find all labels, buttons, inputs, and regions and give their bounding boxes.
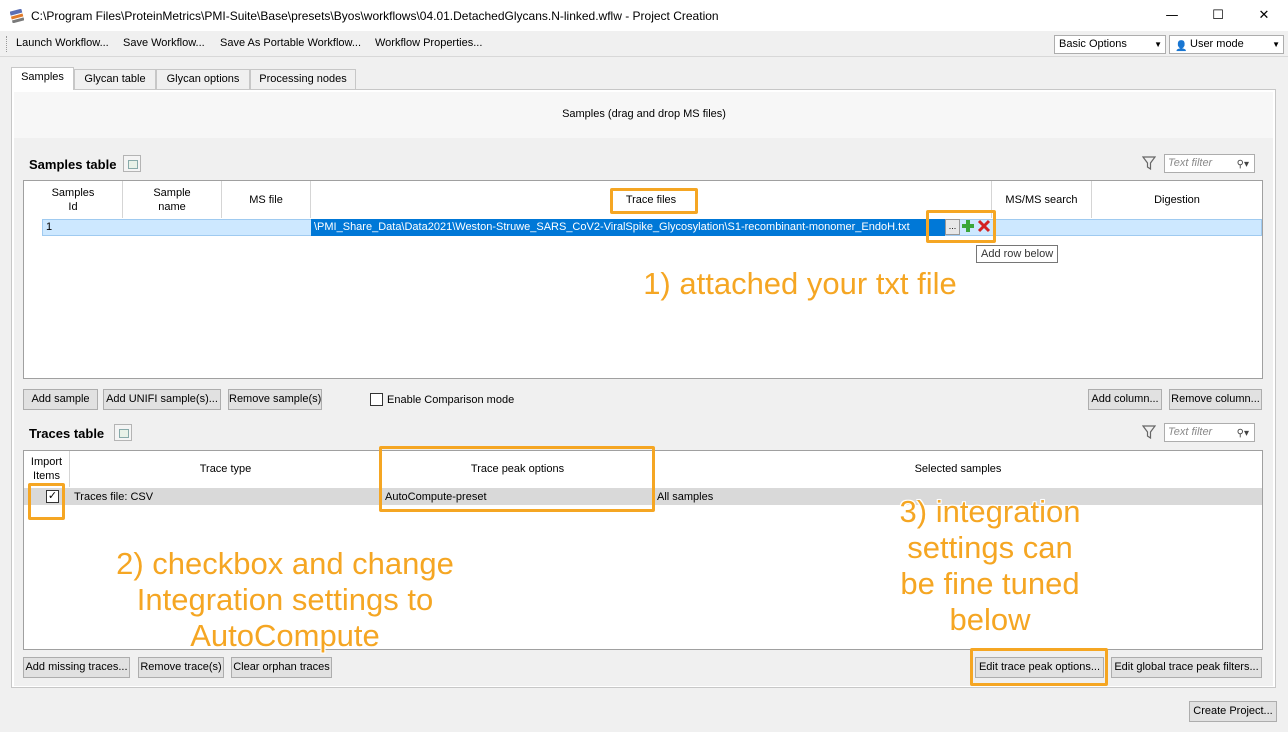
traces-table-title: Traces table: [29, 426, 105, 441]
samples-table-title: Samples table: [29, 157, 117, 172]
traces-filter-input[interactable]: Text filter ⚲▾: [1164, 423, 1255, 442]
tab-processing-nodes[interactable]: Processing nodes: [250, 69, 356, 89]
save-portable-workflow-menu[interactable]: Save As Portable Workflow...: [220, 37, 361, 49]
add-sample-button[interactable]: Add sample: [23, 389, 98, 410]
user-icon: 👤: [1175, 41, 1188, 52]
col-sample-name[interactable]: Sample name: [123, 181, 222, 218]
maximize-button[interactable]: ☐: [1195, 0, 1241, 31]
highlight-import-checkbox: [28, 483, 65, 520]
tab-samples[interactable]: Samples: [11, 67, 74, 90]
filter-icon[interactable]: [1141, 425, 1157, 440]
col-msms-search[interactable]: MS/MS search: [992, 181, 1092, 218]
trace-file-path: \PMI_Share_Data\Data2021\Weston-Struwe_S…: [314, 221, 910, 233]
add-row-tooltip: Add row below: [976, 245, 1059, 263]
add-unifi-sample-button[interactable]: Add UNIFI sample(s)...: [103, 389, 221, 410]
annotation-note-2: 2) checkbox and change Integration setti…: [116, 546, 454, 653]
col-selected-samples[interactable]: Selected samples: [654, 451, 1262, 487]
save-workflow-menu[interactable]: Save Workflow...: [123, 37, 205, 49]
comparison-mode-label: Enable Comparison mode: [387, 394, 515, 406]
samples-filter-placeholder: Text filter: [1168, 157, 1213, 169]
traces-filter-placeholder: Text filter: [1168, 426, 1213, 438]
tab-glycan-table[interactable]: Glycan table: [74, 69, 156, 89]
launch-workflow-menu[interactable]: Launch Workflow...: [16, 37, 109, 49]
add-missing-traces-button[interactable]: Add missing traces...: [23, 657, 130, 678]
sample-id-cell: 1: [46, 221, 53, 233]
remove-sample-button[interactable]: Remove sample(s): [228, 389, 322, 410]
search-icon: ⚲▾: [1236, 428, 1249, 439]
highlight-peak-options: [379, 446, 655, 512]
highlight-trace-files-header: [610, 188, 698, 214]
options-combo-value: Basic Options: [1059, 38, 1127, 50]
close-button[interactable]: ✕: [1241, 0, 1287, 31]
clear-orphan-traces-button[interactable]: Clear orphan traces: [231, 657, 332, 678]
export-traces-icon[interactable]: [114, 424, 132, 441]
app-logo-icon: [9, 8, 25, 24]
add-column-button[interactable]: Add column...: [1088, 389, 1162, 410]
col-samples-id[interactable]: Samples Id: [24, 181, 123, 218]
toolbar-grip-icon: [6, 36, 9, 52]
remove-column-button[interactable]: Remove column...: [1169, 389, 1262, 410]
export-table-icon[interactable]: [123, 155, 141, 172]
col-import-items[interactable]: Import Items: [24, 451, 70, 487]
highlight-row-actions: [926, 210, 996, 243]
samples-filter-input[interactable]: Text filter ⚲▾: [1164, 154, 1255, 173]
chevron-down-icon: ▼: [1272, 40, 1280, 49]
user-mode-combo[interactable]: 👤 User mode ▼: [1169, 35, 1284, 54]
col-trace-type[interactable]: Trace type: [70, 451, 382, 487]
search-icon: ⚲▾: [1236, 159, 1249, 170]
user-mode-value: User mode: [1190, 38, 1244, 50]
annotation-note-1: 1) attached your txt file: [643, 266, 957, 301]
drop-area-label: Samples (drag and drop MS files): [562, 108, 726, 120]
edit-global-trace-peak-filters-button[interactable]: Edit global trace peak filters...: [1111, 657, 1262, 678]
remove-trace-button[interactable]: Remove trace(s): [138, 657, 224, 678]
comparison-mode-checkbox[interactable]: [370, 393, 383, 406]
col-digestion[interactable]: Digestion: [1092, 181, 1262, 218]
selected-samples-cell: All samples: [657, 491, 714, 503]
trace-file-input[interactable]: \PMI_Share_Data\Data2021\Weston-Struwe_S…: [311, 219, 945, 236]
tab-glycan-options[interactable]: Glycan options: [156, 69, 250, 89]
col-ms-file[interactable]: MS file: [222, 181, 311, 218]
filter-icon[interactable]: [1141, 156, 1157, 171]
workflow-properties-menu[interactable]: Workflow Properties...: [375, 37, 482, 49]
window-title: C:\Program Files\ProteinMetrics\PMI-Suit…: [31, 9, 719, 23]
options-combo[interactable]: Basic Options ▼: [1054, 35, 1166, 54]
annotation-note-3: 3) integration settings can be fine tune…: [899, 494, 1081, 637]
trace-type-cell: Traces file: CSV: [74, 491, 154, 503]
chevron-down-icon: ▼: [1154, 40, 1162, 49]
minimize-button[interactable]: —: [1149, 0, 1195, 31]
create-project-button[interactable]: Create Project...: [1189, 701, 1277, 722]
highlight-edit-peak-button: [970, 648, 1108, 686]
